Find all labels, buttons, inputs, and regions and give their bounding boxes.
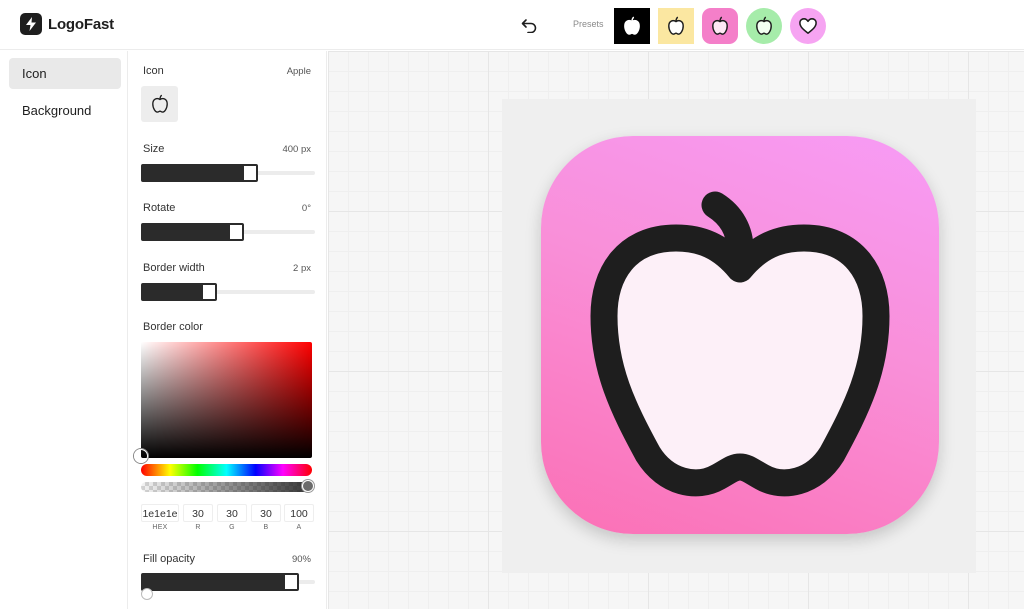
slider-fill: [141, 283, 209, 301]
green-label: G: [229, 524, 235, 531]
icon-settings-panel: Icon Apple Size 400 px Rotate 0° Border …: [129, 51, 327, 609]
alpha-input[interactable]: 100: [284, 504, 314, 522]
preset-yellow-apple[interactable]: [658, 8, 694, 44]
preset-green-apple[interactable]: [746, 8, 782, 44]
border-width-slider[interactable]: [141, 283, 315, 301]
size-value: 400 px: [282, 144, 311, 155]
border-color-label: Border color: [143, 321, 203, 333]
red-input[interactable]: 30: [183, 504, 213, 522]
red-label: R: [195, 524, 201, 531]
hue-slider[interactable]: [141, 464, 312, 476]
hex-input[interactable]: 1e1e1e: [141, 504, 179, 522]
blue-label: B: [263, 524, 269, 531]
scroll-handle[interactable]: [141, 588, 153, 600]
slider-thumb[interactable]: [201, 283, 217, 301]
border-width-value: 2 px: [293, 263, 311, 274]
undo-button[interactable]: [517, 14, 541, 36]
alpha-slider[interactable]: [141, 480, 314, 492]
undo-icon: [521, 18, 536, 33]
color-saturation-picker[interactable]: [134, 342, 312, 463]
color-picker-handle[interactable]: [134, 449, 148, 463]
size-slider[interactable]: [141, 164, 315, 182]
lightning-logo-icon: [20, 13, 42, 35]
slider-fill: [141, 573, 291, 591]
preset-black-apple[interactable]: [614, 8, 650, 44]
hex-label: HEX: [152, 524, 168, 531]
icon-picker-button[interactable]: [141, 86, 178, 122]
fill-opacity-slider[interactable]: [141, 573, 315, 591]
preset-violet-heart[interactable]: [790, 8, 826, 44]
rotate-slider[interactable]: [141, 223, 315, 241]
green-input[interactable]: 30: [217, 504, 247, 522]
apple-icon: [712, 16, 728, 35]
slider-thumb[interactable]: [283, 573, 299, 591]
apple-icon: [668, 16, 684, 35]
preset-pink-apple[interactable]: [702, 8, 738, 44]
slider-thumb[interactable]: [228, 223, 244, 241]
sidebar-item-icon[interactable]: Icon: [9, 58, 121, 89]
brand[interactable]: LogoFast: [20, 13, 114, 35]
alpha-label: A: [296, 524, 302, 531]
fill-opacity-label: Fill opacity: [143, 553, 195, 565]
blue-input[interactable]: 30: [251, 504, 281, 522]
heart-icon: [799, 18, 817, 34]
apple-icon: [151, 94, 168, 113]
slider-fill: [141, 164, 250, 182]
sidebar-nav: Icon Background: [0, 51, 128, 609]
app-name: LogoFast: [48, 15, 114, 33]
apple-icon: [756, 16, 772, 35]
alpha-slider-thumb[interactable]: [302, 480, 314, 492]
preview-canvas: [328, 51, 1024, 609]
rotate-value: 0°: [301, 203, 311, 214]
apple-icon: [624, 16, 640, 35]
presets-label: Presets: [573, 19, 604, 29]
border-width-label: Border width: [143, 262, 205, 274]
slider-fill: [141, 223, 236, 241]
icon-value: Apple: [286, 66, 311, 77]
size-label: Size: [143, 143, 165, 155]
logo-preview[interactable]: [541, 136, 939, 534]
apple-icon: [590, 191, 890, 497]
rotate-label: Rotate: [143, 202, 176, 214]
top-bar: LogoFast Presets: [0, 0, 1024, 50]
sidebar-item-background[interactable]: Background: [9, 95, 121, 126]
slider-thumb[interactable]: [242, 164, 258, 182]
fill-opacity-value: 90%: [291, 554, 311, 565]
icon-label: Icon: [143, 65, 164, 77]
